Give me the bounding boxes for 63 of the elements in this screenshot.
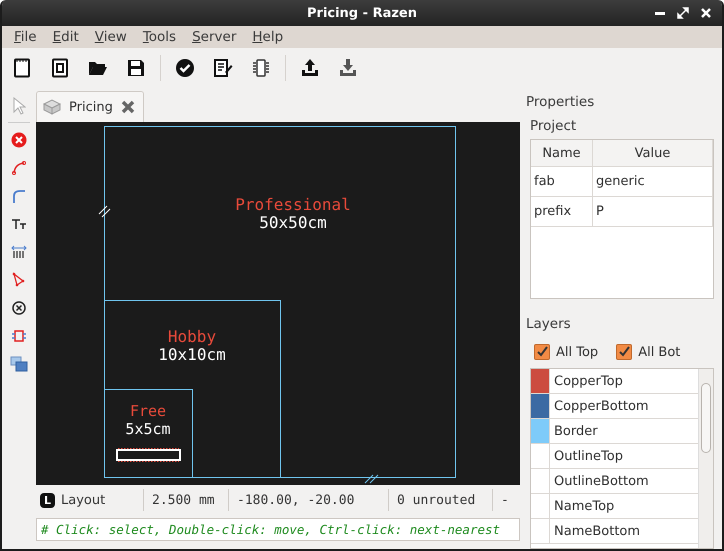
scrollbar[interactable] xyxy=(698,369,713,548)
break-mark xyxy=(364,474,378,484)
table-cell: fab xyxy=(531,167,593,196)
block-icon xyxy=(43,99,61,115)
layer-name[interactable]: NameBottom xyxy=(550,519,640,543)
maximize-icon[interactable] xyxy=(677,7,689,19)
layer-name[interactable]: OutlineBottom xyxy=(550,469,649,493)
layer-name[interactable]: NameTop xyxy=(550,494,614,518)
column-header[interactable]: Name xyxy=(531,140,593,166)
unrouted-count: 0 unrouted xyxy=(397,492,476,508)
component-footprint xyxy=(116,448,181,462)
new-document-icon[interactable] xyxy=(12,58,32,78)
mode-badge: L xyxy=(40,492,55,508)
table-cell: generic xyxy=(593,167,713,196)
component-icon[interactable] xyxy=(11,328,27,344)
checkbox-label: All Bot xyxy=(638,344,680,360)
checkbox[interactable] xyxy=(534,344,550,360)
panel-title: Layers xyxy=(526,316,572,332)
grid-size: 2.500 mm xyxy=(152,492,215,508)
board-name: Hobby xyxy=(168,327,216,346)
column-header[interactable]: Value xyxy=(593,140,713,166)
command-field[interactable]: # Click: select, Double-click: move, Ctrl-click: next-nearest xyxy=(36,518,520,541)
chip-icon[interactable] xyxy=(251,58,271,78)
break-mark xyxy=(98,206,110,218)
dimension-icon[interactable] xyxy=(11,244,27,260)
board-name: Free xyxy=(130,402,166,420)
notepad-icon[interactable] xyxy=(213,58,233,78)
table-cell: prefix xyxy=(531,197,593,226)
menu-item[interactable]: View xyxy=(94,29,127,45)
crossed-circle-icon[interactable] xyxy=(11,300,27,316)
layer-name[interactable]: CopperTop xyxy=(550,369,623,393)
checkbox[interactable] xyxy=(616,344,632,360)
status-text: - xyxy=(501,492,509,508)
cursor-position: -180.00, -20.00 xyxy=(237,492,354,508)
arc-icon[interactable] xyxy=(11,160,27,176)
document-tab[interactable]: Pricing xyxy=(36,91,144,122)
section-title: Project xyxy=(530,118,578,134)
menu-item[interactable]: Tools xyxy=(142,29,176,45)
menu-item[interactable]: Help xyxy=(252,29,284,45)
table-cell: P xyxy=(593,197,713,226)
menu-item[interactable]: Server xyxy=(192,29,236,45)
board-size: 50x50cm xyxy=(259,213,327,232)
layer-name[interactable]: Border xyxy=(550,419,598,443)
board-size: 10x10cm xyxy=(158,345,226,364)
corner-icon[interactable] xyxy=(11,188,27,204)
board-size: 5x5cm xyxy=(125,420,171,438)
mode-label: Layout xyxy=(61,492,106,508)
window-title: Pricing - Razen xyxy=(307,6,417,20)
panel-title: Properties xyxy=(526,94,596,110)
stacked-windows-icon[interactable] xyxy=(10,356,28,372)
save-icon[interactable] xyxy=(126,58,146,78)
delete-icon[interactable] xyxy=(11,132,27,148)
download-icon[interactable] xyxy=(338,58,358,78)
upload-icon[interactable] xyxy=(300,58,320,78)
menu-item[interactable]: File xyxy=(14,29,37,45)
board-name: Professional xyxy=(235,195,351,214)
checkmark-icon[interactable] xyxy=(175,58,195,78)
board-icon[interactable] xyxy=(50,58,70,78)
checkbox-label: All Top xyxy=(556,344,598,360)
layer-name[interactable]: CopperBottom xyxy=(550,394,649,418)
layer-name[interactable]: OutlineTop xyxy=(550,444,623,468)
triangle-node-icon[interactable] xyxy=(11,272,27,288)
menu-item[interactable]: Edit xyxy=(52,29,79,45)
